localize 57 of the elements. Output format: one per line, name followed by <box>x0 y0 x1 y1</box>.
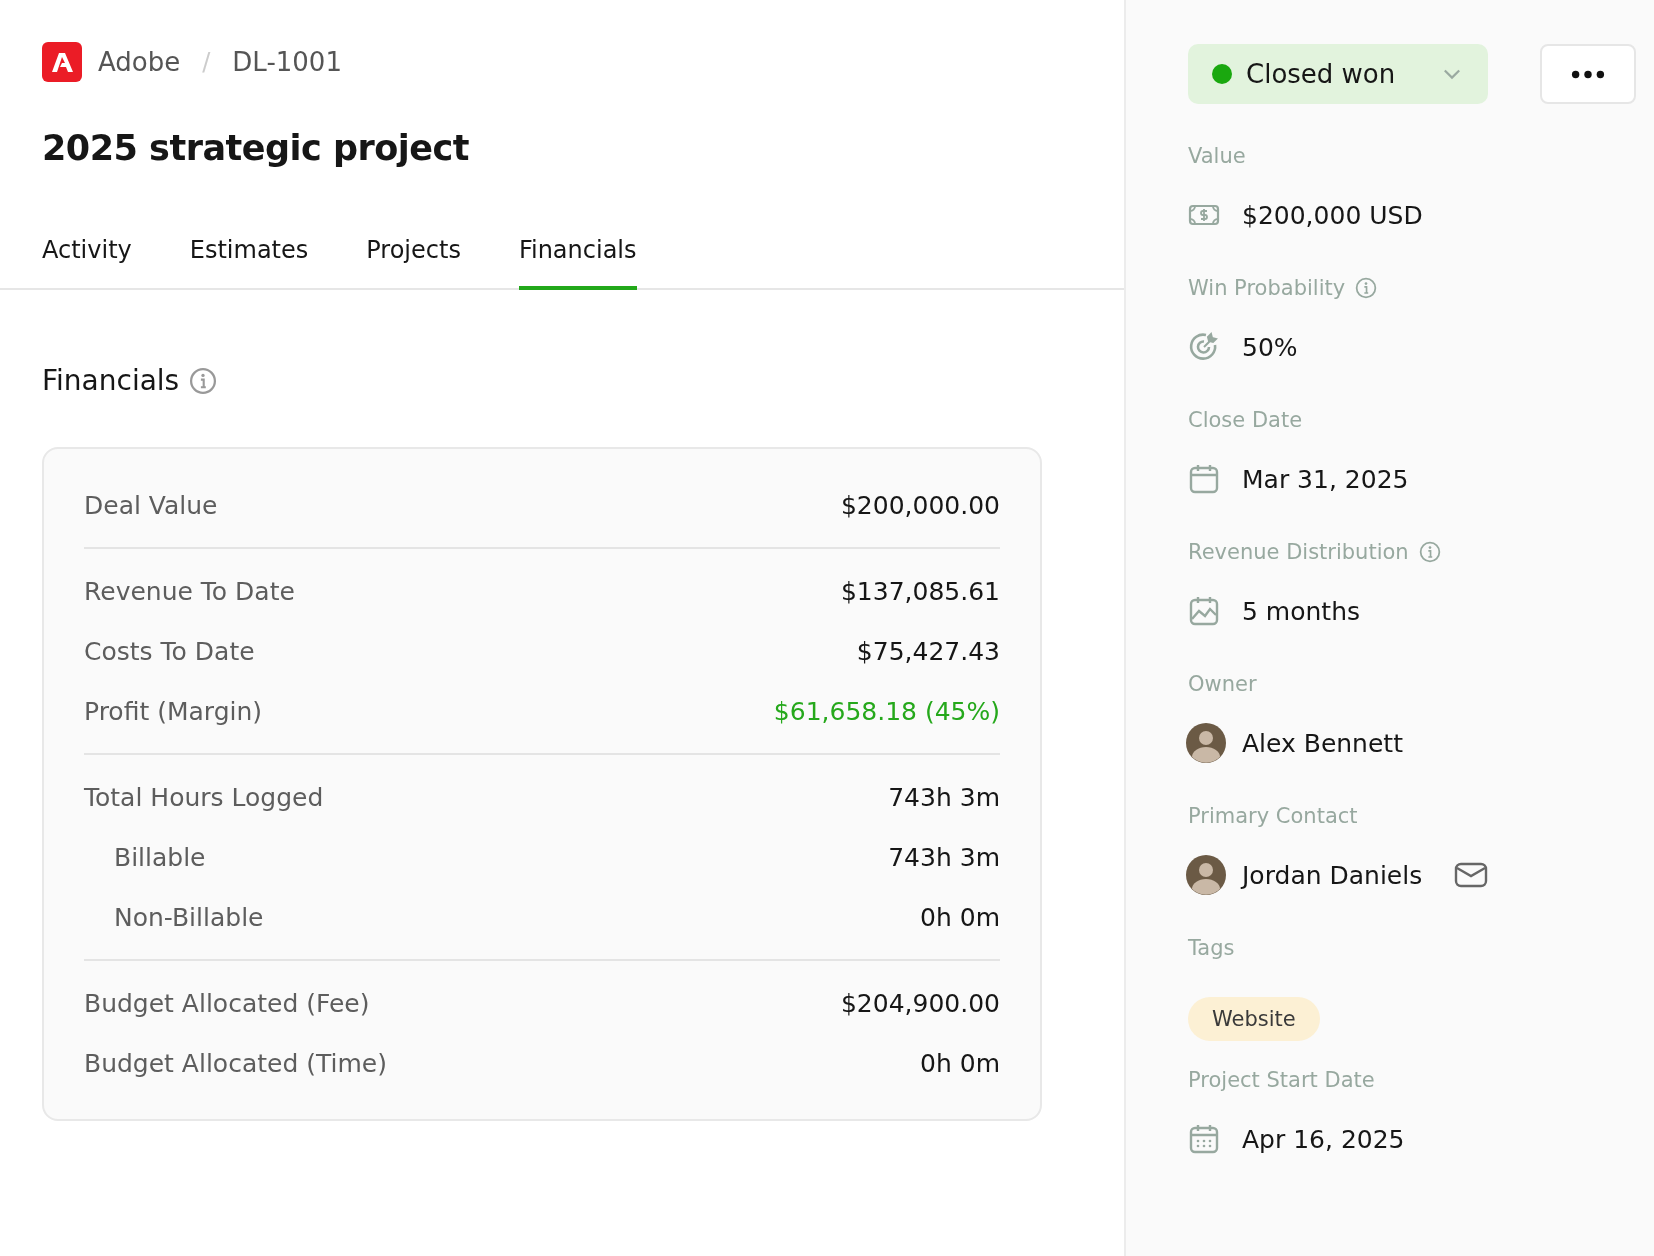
field-value: Apr 16, 2025 <box>1242 1124 1405 1154</box>
page-title: 2025 strategic project <box>42 128 471 168</box>
row-value: $204,900.00 <box>840 988 1000 1018</box>
field-label: Value <box>1188 144 1246 168</box>
more-button[interactable] <box>1540 44 1636 104</box>
info-icon[interactable] <box>189 366 218 395</box>
tab[interactable]: Estimates <box>189 236 309 290</box>
field-value: 5 months <box>1242 596 1361 626</box>
field-label: Close Date <box>1188 408 1303 432</box>
more-icon <box>1571 69 1605 79</box>
breadcrumb-separator: / <box>202 48 211 76</box>
field-label: Tags <box>1188 936 1235 960</box>
deal-id: DL-1001 <box>232 47 342 77</box>
row-value: 0h 0m <box>920 1048 1000 1078</box>
company-link[interactable]: Adobe <box>98 47 181 77</box>
calendar-icon <box>1188 463 1220 495</box>
row-value: $200,000.00 <box>840 490 1000 520</box>
field-value: Mar 31, 2025 <box>1242 464 1409 494</box>
tab[interactable]: Financials <box>518 236 637 290</box>
tab[interactable]: Projects <box>366 236 461 290</box>
row-label: Total Hours Logged <box>84 782 324 812</box>
field-value: Alex Bennett <box>1242 728 1403 758</box>
section-heading: Financials <box>42 364 180 397</box>
field-value: Jordan Daniels <box>1242 860 1423 890</box>
calendar-icon <box>1188 1123 1220 1155</box>
info-icon[interactable] <box>1355 277 1378 299</box>
row-label: Budget Allocated (Fee) <box>84 988 370 1018</box>
row-label: Profit (Margin) <box>84 696 263 726</box>
field-label: Primary Contact <box>1188 804 1358 828</box>
tag-chip: Website <box>1188 997 1320 1041</box>
row-value: $137,085.61 <box>840 576 1000 606</box>
company-logo-icon <box>42 42 82 82</box>
field-value: $200,000 USD <box>1242 200 1423 230</box>
avatar-icon <box>1186 723 1226 763</box>
calendar-chart-icon <box>1188 595 1220 627</box>
target-icon <box>1188 331 1220 363</box>
row-label: Deal Value <box>84 490 218 520</box>
row-value: 743h 3m <box>888 782 1000 812</box>
field-value: 50% <box>1242 332 1298 362</box>
row-value: $61,658.18 (45%) <box>773 696 1000 726</box>
row-label: Costs To Date <box>84 636 255 666</box>
field-label: Win Probability <box>1188 276 1346 300</box>
row-value: 743h 3m <box>888 842 1000 872</box>
status-dropdown[interactable]: Closed won <box>1188 44 1488 104</box>
field-label: Project Start Date <box>1188 1068 1375 1092</box>
field-label: Owner <box>1188 672 1257 696</box>
row-label: Non-Billable <box>113 902 264 932</box>
row-label: Billable <box>113 842 206 872</box>
row-label: Revenue To Date <box>84 576 295 606</box>
row-label: Budget Allocated (Time) <box>84 1048 387 1078</box>
mail-icon[interactable] <box>1454 861 1489 889</box>
row-value: $75,427.43 <box>856 636 1000 666</box>
field-label: Revenue Distribution <box>1188 540 1409 564</box>
avatar-icon <box>1186 855 1226 895</box>
tab[interactable]: Activity <box>42 236 132 290</box>
row-value: 0h 0m <box>920 902 1000 932</box>
info-icon[interactable] <box>1418 541 1441 563</box>
